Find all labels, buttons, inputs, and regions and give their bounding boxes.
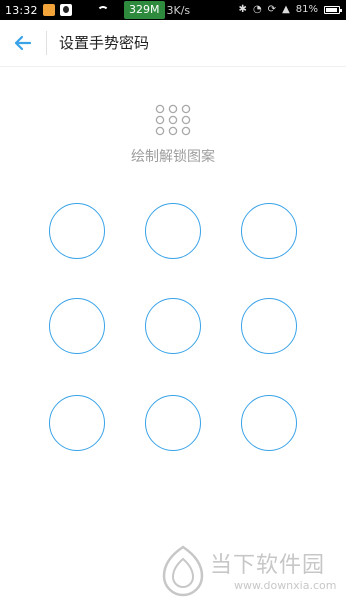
pattern-node-4[interactable]	[49, 298, 105, 354]
pattern-node-3[interactable]	[241, 203, 297, 259]
pattern-node-7[interactable]	[49, 395, 105, 451]
watermark-name: 当下软件园	[210, 553, 326, 578]
pattern-node-5[interactable]	[145, 298, 201, 354]
pattern-node-8[interactable]	[145, 395, 201, 451]
pattern-node-6[interactable]	[241, 298, 297, 354]
watermark-logo-icon	[162, 545, 204, 597]
pattern-node-9[interactable]	[241, 395, 297, 451]
pattern-node-1[interactable]	[49, 203, 105, 259]
site-watermark: 当下软件园 www.downxia.com	[160, 545, 346, 600]
pattern-grid	[0, 0, 346, 614]
watermark-url: www.downxia.com	[234, 579, 337, 592]
pattern-node-2[interactable]	[145, 203, 201, 259]
